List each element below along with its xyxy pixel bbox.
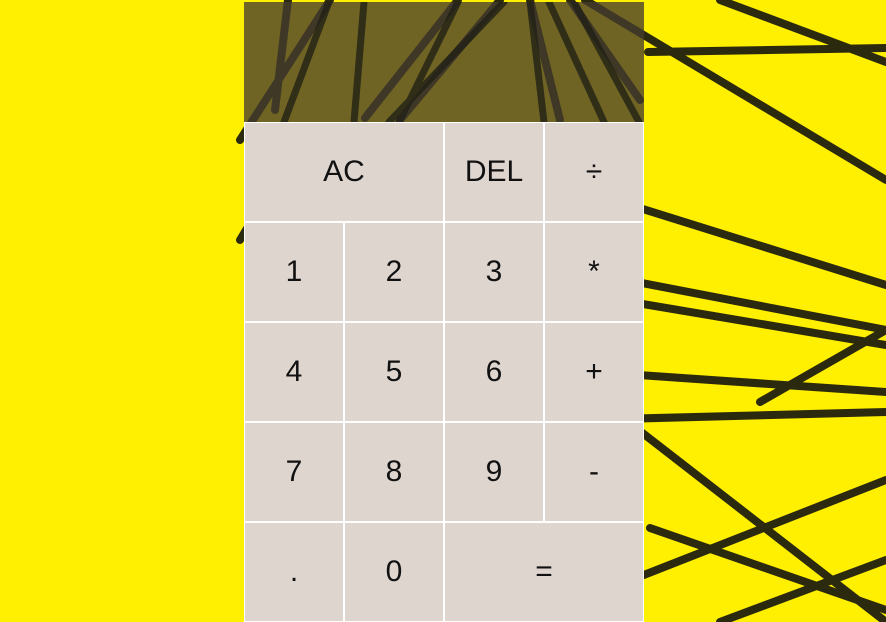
- digit-1-button[interactable]: 1: [244, 222, 344, 322]
- multiply-button[interactable]: *: [544, 222, 644, 322]
- digit-8-button[interactable]: 8: [344, 422, 444, 522]
- digit-0-button[interactable]: 0: [344, 522, 444, 622]
- digit-5-button[interactable]: 5: [344, 322, 444, 422]
- calculator-display: [244, 2, 644, 122]
- add-button[interactable]: +: [544, 322, 644, 422]
- keypad: AC DEL ÷ 1 2 3 * 4 5 6 + 7 8 9 - . 0 =: [244, 122, 644, 622]
- display-background-pattern: [280, 2, 643, 122]
- digit-3-button[interactable]: 3: [444, 222, 544, 322]
- digit-4-button[interactable]: 4: [244, 322, 344, 422]
- subtract-button[interactable]: -: [544, 422, 644, 522]
- divide-button[interactable]: ÷: [544, 122, 644, 222]
- calculator: AC DEL ÷ 1 2 3 * 4 5 6 + 7 8 9 - . 0 =: [244, 2, 644, 622]
- digit-9-button[interactable]: 9: [444, 422, 544, 522]
- digit-7-button[interactable]: 7: [244, 422, 344, 522]
- decimal-button[interactable]: .: [244, 522, 344, 622]
- digit-6-button[interactable]: 6: [444, 322, 544, 422]
- clear-button[interactable]: AC: [244, 122, 444, 222]
- delete-button[interactable]: DEL: [444, 122, 544, 222]
- digit-2-button[interactable]: 2: [344, 222, 444, 322]
- equals-button[interactable]: =: [444, 522, 644, 622]
